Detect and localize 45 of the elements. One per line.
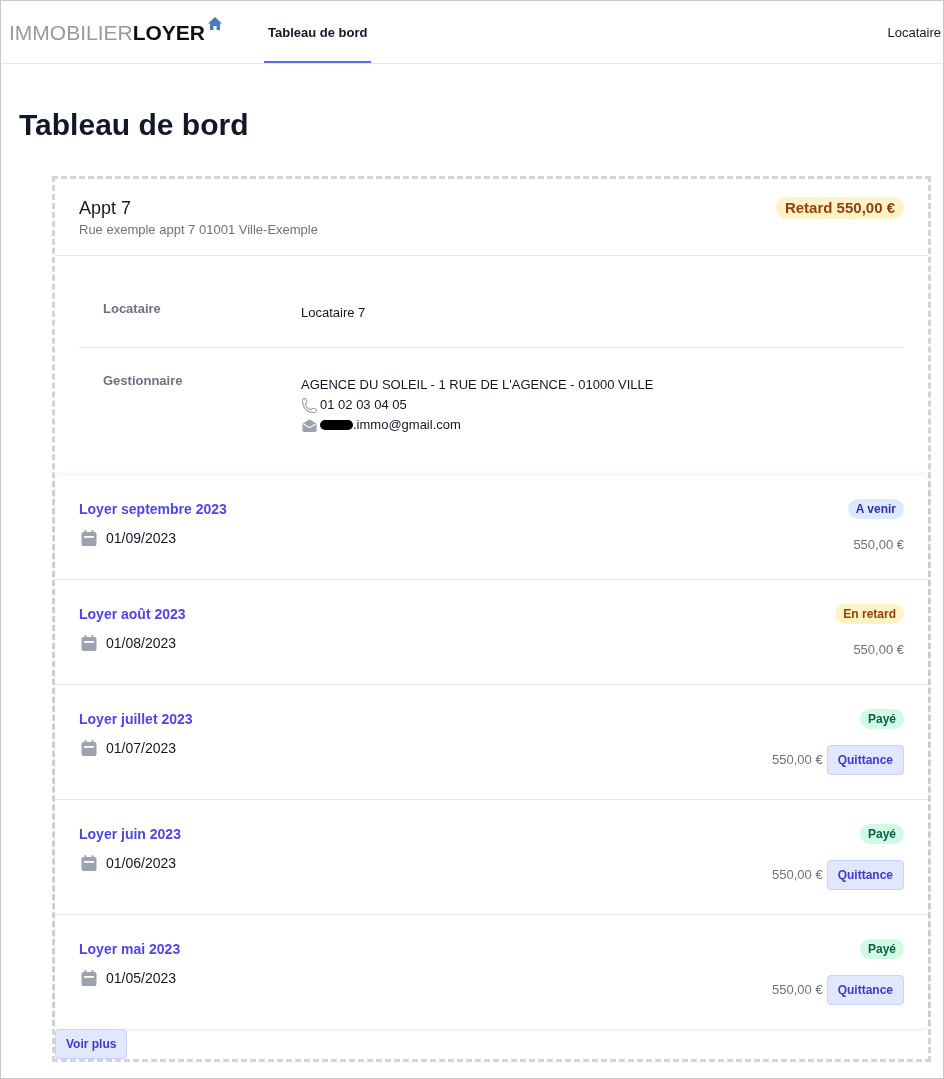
due-date: 01/06/2023 bbox=[106, 854, 177, 873]
phone-icon bbox=[301, 396, 318, 414]
detail-value: AGENCE DU SOLEIL - 1 RUE DE L'AGENCE - 01000 VILLE bbox=[301, 376, 654, 394]
rent-amount: 550,00 € bbox=[772, 866, 823, 884]
due-date: 01/05/2023 bbox=[106, 969, 177, 988]
property-name: Appt 7 bbox=[79, 197, 133, 220]
calendar-icon bbox=[81, 855, 97, 871]
rent-amount: 550,00 € bbox=[772, 981, 823, 999]
rent-title-link[interactable]: Loyer août 2023 bbox=[79, 604, 186, 624]
due-date: 01/09/2023 bbox=[106, 529, 177, 548]
nav-tab[interactable]: Tableau de bord bbox=[264, 1, 372, 63]
page-title: Tableau de bord bbox=[19, 107, 250, 143]
property-address: Rue exemple appt 7 01001 Ville-Exemple bbox=[79, 221, 318, 239]
receipt-button[interactable]: Quittance bbox=[826, 860, 904, 890]
email-address: .immo@gmail.com bbox=[353, 416, 461, 434]
due-date: 01/08/2023 bbox=[106, 634, 177, 653]
rent-amount: 550,00 € bbox=[772, 751, 823, 769]
rent-title-link[interactable]: Loyer mai 2023 bbox=[79, 939, 181, 959]
calendar-icon bbox=[81, 635, 97, 651]
calendar-icon bbox=[81, 530, 97, 546]
rent-amount: 550,00 € bbox=[853, 536, 904, 554]
calendar-icon bbox=[81, 970, 97, 986]
receipt-button[interactable]: Quittance bbox=[826, 975, 904, 1005]
status-badge: Payé bbox=[859, 709, 904, 729]
app-logo: IMMOBILIERLOYER bbox=[9, 20, 206, 46]
detail-label: Gestionnaire bbox=[103, 372, 184, 390]
rent-title-link[interactable]: Loyer septembre 2023 bbox=[79, 499, 227, 519]
status-badge: Payé bbox=[859, 824, 904, 844]
rent-amount: 550,00 € bbox=[853, 641, 904, 659]
detail-value: Locataire 7 bbox=[301, 304, 366, 322]
envelope-icon bbox=[301, 416, 318, 434]
detail-label: Locataire bbox=[103, 300, 162, 318]
status-badge: A venir bbox=[847, 499, 904, 519]
user-menu[interactable]: Locataire bbox=[887, 1, 943, 63]
calendar-icon bbox=[81, 740, 97, 756]
house-icon bbox=[208, 17, 223, 30]
receipt-button[interactable]: Quittance bbox=[826, 745, 904, 775]
phone-number: 01 02 03 04 05 bbox=[320, 396, 407, 414]
balance-badge: Retard 550,00 € bbox=[775, 197, 904, 219]
show-more-button[interactable]: Voir plus bbox=[55, 1029, 128, 1059]
rent-title-link[interactable]: Loyer juin 2023 bbox=[79, 824, 181, 844]
status-badge: En retard bbox=[835, 604, 904, 624]
rent-title-link[interactable]: Loyer juillet 2023 bbox=[79, 709, 193, 729]
status-badge: Payé bbox=[859, 939, 904, 959]
due-date: 01/07/2023 bbox=[106, 739, 177, 758]
